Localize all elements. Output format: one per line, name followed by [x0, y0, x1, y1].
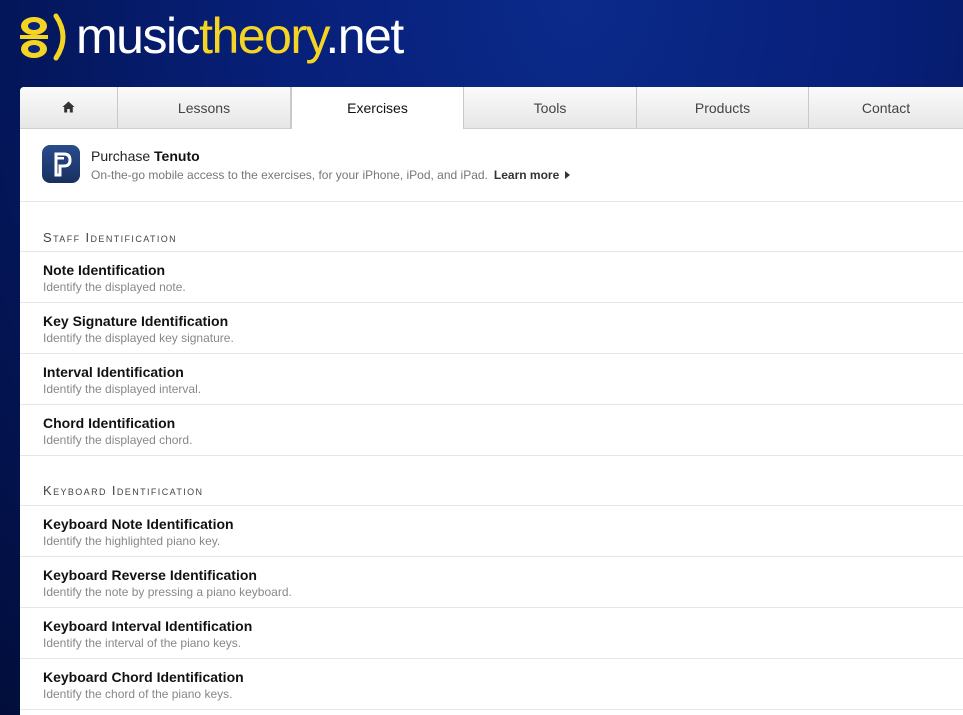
tab-exercises[interactable]: Exercises	[291, 87, 464, 129]
exercise-description: Identify the displayed chord.	[43, 433, 193, 447]
logo-mark-icon	[18, 6, 74, 66]
exercise-item[interactable]: Chord Identification Identify the displa…	[20, 405, 963, 456]
exercise-item[interactable]: Key Signature Identification Identify th…	[20, 303, 963, 354]
content-panel: Lessons Exercises Tools Products Contact…	[20, 87, 963, 715]
promo-title: Purchase Tenuto	[91, 148, 200, 164]
promo-prefix: Purchase	[91, 148, 151, 164]
exercise-description: Identify the interval of the piano keys.	[43, 636, 242, 650]
promo-subtitle: On-the-go mobile access to the exercises…	[91, 168, 571, 182]
exercise-description: Identify the displayed note.	[43, 280, 186, 294]
exercise-description: Identify the highlighted piano key.	[43, 534, 221, 548]
tenuto-promo: Purchase Tenuto On-the-go mobile access …	[20, 129, 963, 202]
exercise-title: Keyboard Interval Identification	[43, 618, 253, 634]
tab-lessons[interactable]: Lessons	[118, 87, 291, 128]
tab-tools[interactable]: Tools	[464, 87, 637, 128]
logo-dot: .	[325, 8, 339, 64]
site-logo[interactable]: musictheory.net	[18, 6, 405, 66]
exercise-title: Note Identification	[43, 262, 166, 278]
exercise-description: Identify the displayed interval.	[43, 382, 202, 396]
exercise-item[interactable]: Note Identification Identify the display…	[20, 252, 963, 303]
exercise-title: Chord Identification	[43, 415, 176, 431]
site-header: musictheory.net	[0, 0, 963, 87]
tenuto-app-icon[interactable]	[42, 145, 80, 183]
exercise-description: Identify the note by pressing a piano ke…	[43, 585, 292, 599]
exercise-item[interactable]: Interval Identification Identify the dis…	[20, 354, 963, 405]
exercise-description: Identify the chord of the piano keys.	[43, 687, 233, 701]
caret-right-icon	[565, 171, 571, 179]
logo-word-net: net	[337, 8, 405, 64]
section-heading-keyboard: Keyboard Identification	[20, 456, 963, 506]
logo-wordmark: musictheory.net	[76, 6, 405, 66]
learn-more-label: Learn more	[493, 168, 560, 182]
exercise-item[interactable]: Keyboard Interval Identification Identif…	[20, 608, 963, 659]
exercise-title: Interval Identification	[43, 364, 184, 380]
promo-product-name: Tenuto	[154, 148, 200, 164]
tab-products[interactable]: Products	[637, 87, 809, 128]
exercise-item[interactable]: Keyboard Reverse Identification Identify…	[20, 557, 963, 608]
main-tabs: Lessons Exercises Tools Products Contact	[20, 87, 963, 129]
learn-more-link[interactable]: Learn more	[493, 168, 571, 182]
logo-word-music: music	[76, 8, 201, 64]
exercise-item[interactable]: Keyboard Chord Identification Identify t…	[20, 659, 963, 710]
logo-word-theory: theory	[199, 8, 327, 64]
section-heading-staff: Staff Identification	[20, 202, 963, 252]
exercise-title: Keyboard Chord Identification	[43, 669, 244, 685]
exercise-title: Key Signature Identification	[43, 313, 229, 329]
tab-label: Exercises	[347, 100, 408, 116]
tab-label: Contact	[861, 99, 911, 116]
tab-label: Tools	[533, 99, 567, 116]
tab-home[interactable]	[20, 87, 118, 128]
tab-label: Products	[694, 99, 751, 116]
home-icon	[62, 100, 75, 116]
exercise-title: Keyboard Reverse Identification	[43, 567, 257, 583]
tab-contact[interactable]: Contact	[809, 87, 963, 128]
promo-description: On-the-go mobile access to the exercises…	[91, 168, 488, 182]
exercise-item[interactable]: Keyboard Note Identification Identify th…	[20, 506, 963, 557]
tab-label: Lessons	[177, 99, 231, 116]
exercise-description: Identify the displayed key signature.	[43, 331, 234, 345]
exercise-title: Keyboard Note Identification	[43, 516, 234, 532]
